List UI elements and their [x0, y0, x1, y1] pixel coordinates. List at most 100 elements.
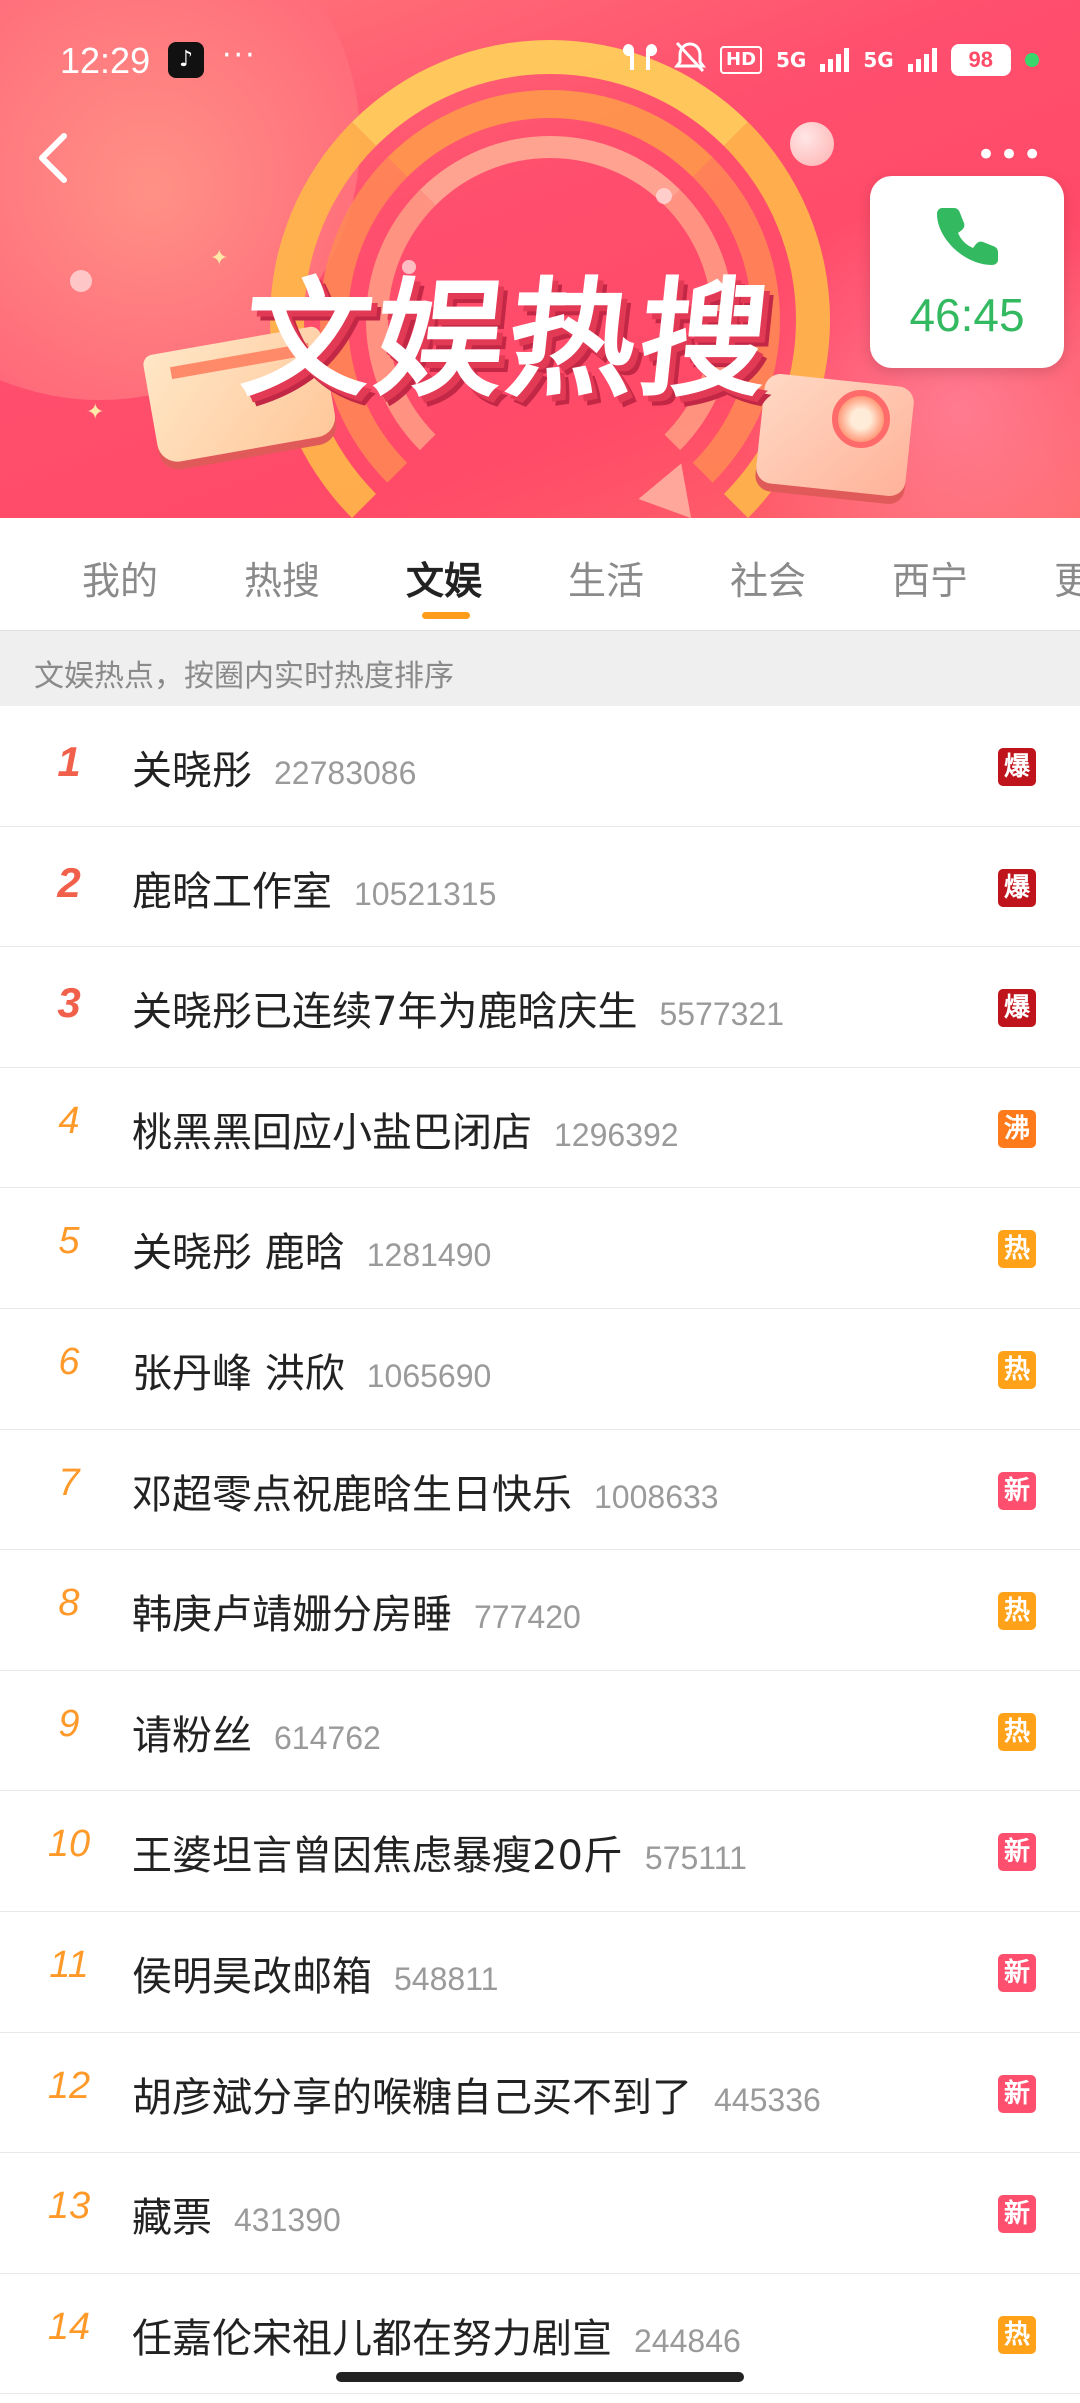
heat-badge: 爆 [998, 989, 1036, 1028]
tab-life[interactable]: 生活 [568, 550, 644, 605]
heat-count: 5577321 [659, 996, 785, 1033]
heat-badge: 爆 [998, 748, 1036, 786]
banner-title: 文娱热搜 [235, 266, 780, 415]
rank-number: 5 [58, 1220, 80, 1263]
category-tabs: 我的 热搜 文娱 生活 社会 西宁 更 [0, 518, 1080, 630]
heat-badge: 新 [998, 2195, 1036, 2234]
list-item[interactable]: 12 胡彦斌分享的喉糖自己买不到了 445336 新 [0, 2033, 1080, 2154]
status-bar: 12:29 ♪ ··· HD 5G 5G 98 [0, 0, 1080, 120]
heat-badge: 新 [998, 1953, 1036, 1992]
bell-muted-icon [674, 40, 706, 81]
heat-count: 431390 [234, 2202, 341, 2239]
heat-count: 1281490 [366, 1237, 492, 1274]
phone-icon [937, 208, 998, 265]
item-title: 桃黑黑回应小盐巴闭店 [132, 1109, 532, 1156]
item-title: 王婆坦言曾因焦虑暴瘦20斤 [132, 1833, 623, 1880]
tab-society[interactable]: 社会 [730, 550, 806, 605]
back-button[interactable] [30, 128, 80, 188]
list-item[interactable]: 11 侯明昊改邮箱 548811 新 [0, 1912, 1080, 2033]
list-item[interactable]: 6 张丹峰 洪欣 1065690 热 [0, 1309, 1080, 1430]
tab-more[interactable]: 更 [1054, 550, 1080, 605]
heat-badge: 热 [998, 1592, 1036, 1631]
ongoing-call-widget[interactable]: 46:45 [870, 176, 1064, 368]
item-title-line: 任嘉伦宋祖儿都在努力剧宣 244846 [132, 2306, 741, 2364]
heat-badge: 热 [998, 1230, 1036, 1269]
item-title-line: 韩庚卢靖姗分房睡 777420 [132, 1582, 581, 1640]
item-title-line: 王婆坦言曾因焦虑暴瘦20斤 575111 [132, 1823, 747, 1881]
item-title-line: 鹿晗工作室 10521315 [132, 859, 496, 917]
rank-number: 1 [57, 738, 81, 785]
item-title-line: 胡彦斌分享的喉糖自己买不到了 445336 [132, 2065, 821, 2123]
rank-number: 3 [57, 979, 81, 1027]
tab-xining[interactable]: 西宁 [892, 550, 968, 605]
rank-number: 4 [58, 1099, 80, 1142]
item-title: 请粉丝 [132, 1712, 252, 1759]
notification-more: ··· [222, 38, 257, 73]
rank-number: 9 [58, 1702, 80, 1745]
rank-number: 13 [47, 2185, 91, 2228]
heat-count: 244846 [634, 2322, 741, 2359]
signal-icon [907, 48, 937, 72]
list-description: 文娱热点，按圈内实时热度排序 [0, 630, 1080, 706]
network-type-1: 5G [776, 48, 807, 72]
heat-count: 777420 [474, 1599, 581, 1636]
item-title-line: 桃黑黑回应小盐巴闭店 1296392 [132, 1100, 679, 1158]
item-title: 关晓彤 鹿晗 [132, 1230, 345, 1277]
chevron-left-icon [39, 133, 67, 183]
home-indicator[interactable] [336, 2372, 744, 2382]
heat-count: 548811 [394, 1960, 499, 1997]
heat-count: 1065690 [366, 1357, 492, 1394]
heat-count: 575111 [644, 1840, 747, 1877]
rank-number: 7 [58, 1461, 80, 1504]
item-title: 邓超零点祝鹿晗生日快乐 [132, 1471, 572, 1518]
list-item[interactable]: 4 桃黑黑回应小盐巴闭店 1296392 沸 [0, 1068, 1080, 1189]
list-item[interactable]: 2 鹿晗工作室 10521315 爆 [0, 827, 1080, 948]
more-menu-button[interactable]: ••• [976, 138, 1045, 172]
privacy-indicator [1024, 53, 1039, 67]
list-item[interactable]: 7 邓超零点祝鹿晗生日快乐 1008633 新 [0, 1430, 1080, 1551]
banner-dot [70, 270, 92, 292]
tab-hot-search[interactable]: 热搜 [244, 550, 320, 605]
rank-number: 8 [58, 1582, 80, 1625]
list-item[interactable]: 9 请粉丝 614762 热 [0, 1671, 1080, 1792]
sparkle-icon: ✦ [210, 246, 229, 271]
item-title-line: 请粉丝 614762 [132, 1703, 381, 1761]
signal-icon [820, 48, 850, 72]
list-description-text: 文娱热点，按圈内实时热度排序 [34, 659, 454, 694]
camera-illustration [754, 372, 916, 498]
heat-badge: 新 [998, 1471, 1036, 1510]
battery-indicator: 98 [950, 44, 1011, 76]
heat-badge: 沸 [998, 1109, 1036, 1148]
list-item[interactable]: 10 王婆坦言曾因焦虑暴瘦20斤 575111 新 [0, 1791, 1080, 1912]
heat-count: 1296392 [554, 1116, 679, 1153]
list-item[interactable]: 1 关晓彤 22783086 爆 [0, 706, 1080, 827]
heat-count: 445336 [714, 2081, 821, 2118]
banner-dot [656, 188, 672, 204]
status-time: 12:29 [60, 40, 151, 81]
active-tab-indicator [422, 612, 470, 619]
heat-count: 614762 [274, 1719, 381, 1756]
rank-number: 10 [47, 1823, 91, 1866]
tab-mine[interactable]: 我的 [82, 550, 158, 605]
item-title: 侯明昊改邮箱 [132, 1953, 372, 2000]
list-item[interactable]: 3 关晓彤已连续7年为鹿晗庆生 5577321 爆 [0, 947, 1080, 1068]
tab-entertainment[interactable]: 文娱 [406, 550, 482, 605]
rank-number: 11 [49, 1943, 89, 1986]
item-title-line: 关晓彤 22783086 [132, 738, 416, 796]
camera-lens [832, 390, 890, 448]
sparkle-icon: ✦ [86, 400, 105, 425]
heat-badge: 新 [998, 2074, 1036, 2113]
heat-badge: 热 [998, 1350, 1036, 1389]
item-title-line: 藏票 431390 [132, 2185, 341, 2243]
hd-indicator: HD [720, 46, 763, 74]
rank-number: 14 [47, 2305, 91, 2348]
list-item[interactable]: 8 韩庚卢靖姗分房睡 777420 热 [0, 1550, 1080, 1671]
planet-decoration [790, 122, 834, 166]
earbuds-icon [620, 40, 660, 81]
list-item[interactable]: 5 关晓彤 鹿晗 1281490 热 [0, 1188, 1080, 1309]
list-item[interactable]: 13 藏票 431390 新 [0, 2153, 1080, 2274]
item-title-line: 关晓彤已连续7年为鹿晗庆生 5577321 [132, 979, 784, 1037]
item-title: 鹿晗工作室 [132, 868, 332, 915]
heat-badge: 新 [998, 1833, 1036, 1872]
network-type-2: 5G [863, 48, 894, 72]
